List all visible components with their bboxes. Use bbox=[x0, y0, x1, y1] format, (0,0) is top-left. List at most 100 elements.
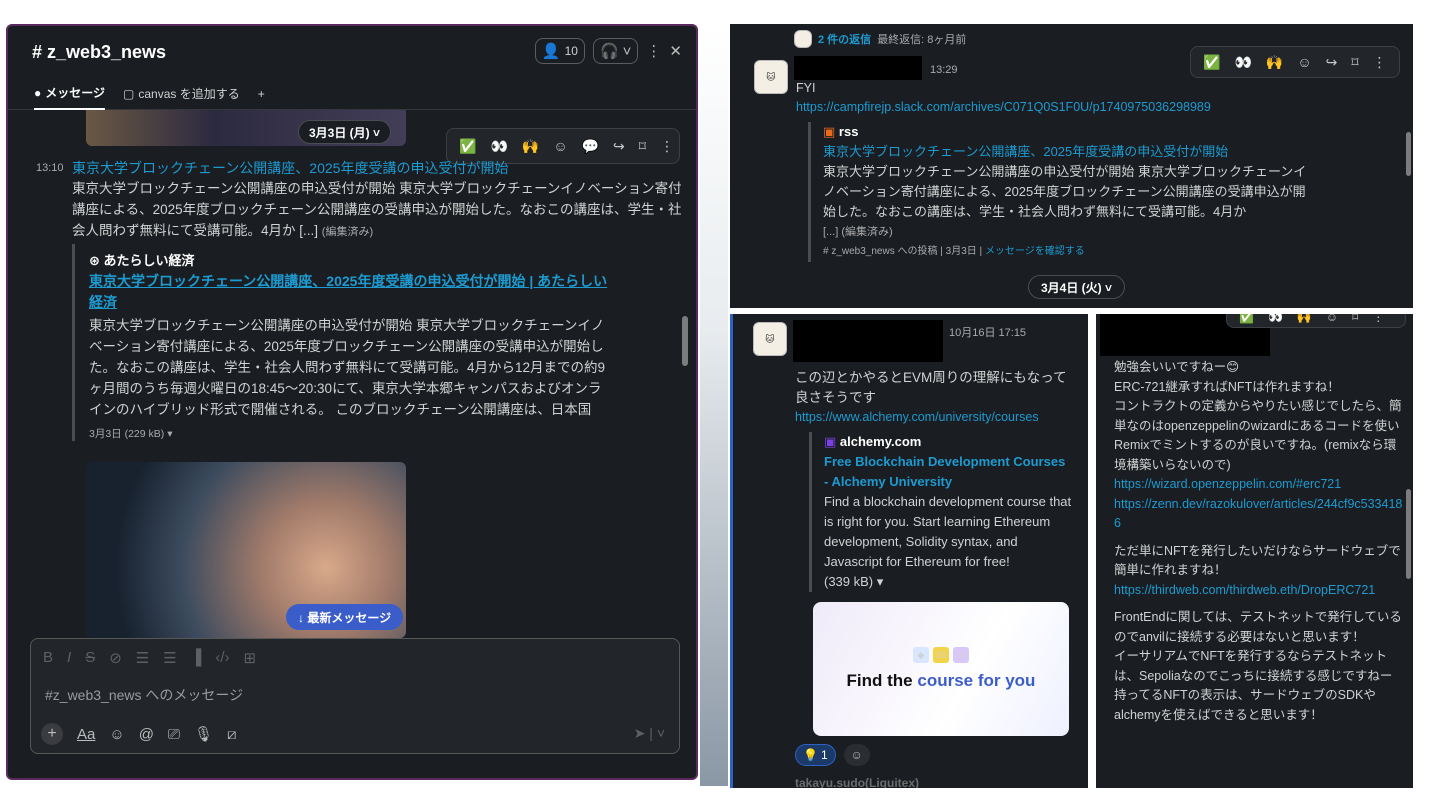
add-tab-button[interactable]: + bbox=[258, 78, 265, 110]
huddle-button[interactable]: 🎧 ˅ bbox=[592, 38, 639, 64]
link-attachment: ▣ alchemy.com Free Blockchain Developmen… bbox=[809, 432, 1073, 592]
slash-command-icon[interactable]: ⧄ bbox=[227, 726, 237, 743]
send-icon[interactable]: ➤ | ˅ bbox=[634, 725, 665, 742]
raised-hands-icon[interactable]: 🙌 bbox=[1266, 54, 1283, 71]
message-actions-bar: ✅ 👀 🙌 ☺ ⌑ ⋮ bbox=[1226, 314, 1406, 328]
avatar[interactable]: 🐱 bbox=[753, 322, 787, 356]
text-format-icon[interactable]: Aa bbox=[77, 726, 95, 743]
check-reaction-icon[interactable]: ✅ bbox=[459, 138, 476, 155]
reply-last: 最終返信: 8ヶ月前 bbox=[877, 34, 967, 46]
message-time[interactable]: 10月16日 17:15 bbox=[949, 324, 1026, 340]
scrollbar[interactable] bbox=[1406, 489, 1411, 579]
solidity-icon: § bbox=[953, 647, 969, 663]
share-icon[interactable]: ↪ bbox=[1326, 54, 1338, 71]
bold-icon[interactable]: B bbox=[43, 649, 53, 667]
attachment-title[interactable]: Free Blockchain Development Courses - Al… bbox=[824, 452, 1073, 492]
composer-placeholder[interactable]: #z_web3_news へのメッセージ bbox=[45, 685, 243, 705]
add-reaction-icon[interactable]: ☺ bbox=[553, 138, 567, 154]
message-time[interactable]: 13:29 bbox=[930, 64, 958, 76]
close-icon[interactable]: ✕ bbox=[669, 42, 682, 60]
eyes-reaction-icon[interactable]: 👀 bbox=[490, 138, 507, 155]
avatar[interactable]: 🐱 bbox=[754, 60, 788, 94]
message-url[interactable]: https://campfirejp.slack.com/archives/C0… bbox=[796, 100, 1211, 114]
raised-hands-icon[interactable]: 🙌 bbox=[1297, 314, 1312, 324]
eyes-reaction-icon[interactable]: 👀 bbox=[1268, 314, 1283, 324]
members-button[interactable]: 👤 10 bbox=[534, 38, 585, 64]
channel-title[interactable]: # z_web3_news bbox=[32, 42, 166, 63]
emoji-icon[interactable]: ☺ bbox=[109, 726, 124, 743]
reply-count[interactable]: 2 件の返信 bbox=[818, 31, 871, 47]
add-reaction-icon[interactable]: ☺ bbox=[1297, 54, 1311, 70]
thread-icon[interactable]: 💬 bbox=[582, 138, 599, 155]
check-reaction-icon[interactable]: ✅ bbox=[1239, 314, 1254, 324]
link-attachment: ⊛ あたらしい経済 東京大学ブロックチェーン公開講座、2025年度受講の申込受付… bbox=[72, 244, 612, 441]
attachment-meta[interactable]: 3月3日 (229 kB) ▾ bbox=[89, 426, 612, 441]
date-divider[interactable]: 3月4日 (火) ˅ bbox=[1028, 275, 1126, 299]
canvas-icon: ▢ bbox=[123, 86, 135, 101]
more-icon[interactable]: ⋮ bbox=[1372, 314, 1384, 324]
reactions: 💡 1 ☺ bbox=[795, 744, 870, 766]
person-icon: 👤 bbox=[541, 43, 561, 60]
eyes-reaction-icon[interactable]: 👀 bbox=[1234, 54, 1251, 71]
bullet-list-icon[interactable]: ☰ bbox=[163, 649, 176, 667]
attachment-source: ⊛ あたらしい経済 bbox=[89, 253, 195, 268]
link-zenn[interactable]: https://zenn.dev/razokulover/articles/24… bbox=[1114, 495, 1404, 534]
alchemy-icon: ▣ bbox=[824, 434, 840, 449]
bookmark-icon[interactable]: ⌑ bbox=[1352, 314, 1358, 324]
video-icon[interactable]: ⎚ bbox=[168, 726, 180, 743]
scrollbar[interactable] bbox=[682, 316, 688, 366]
link-thirdweb[interactable]: https://thirdweb.com/thirdweb.eth/DropER… bbox=[1114, 581, 1404, 601]
mic-icon[interactable]: 🎙 bbox=[194, 725, 213, 743]
more-icon[interactable]: ⋮ bbox=[646, 42, 661, 60]
raised-hands-icon[interactable]: 🙌 bbox=[522, 138, 539, 155]
view-message-link[interactable]: メッセージを確認する bbox=[985, 246, 1085, 257]
ordered-list-icon[interactable]: ☰ bbox=[136, 649, 149, 667]
message-url[interactable]: https://www.alchemy.com/university/cours… bbox=[795, 410, 1039, 424]
link-icon[interactable]: ⊘ bbox=[109, 649, 122, 667]
attachment-title[interactable]: 東京大学ブロックチェーン公開講座、2025年度受講の申込受付が開始 | あたらし… bbox=[89, 271, 612, 313]
attachment-title[interactable]: 東京大学ブロックチェーン公開講座、2025年度受講の申込受付が開始 bbox=[823, 142, 1308, 162]
message-composer[interactable]: B I S ⊘ ☰ ☰ ▐ ‹/› ⊞ #z_web3_news へのメッセージ + Aa ☺ @ ⎚ 🎙… bbox=[30, 638, 680, 754]
jump-to-latest-button[interactable]: ↓ 最新メッセージ bbox=[286, 604, 404, 630]
thread-replies[interactable]: 2 件の返信 最終返信: 8ヶ月前 bbox=[794, 30, 966, 48]
ethereum-icon: ◆ bbox=[913, 647, 929, 663]
attachment-source: ▣ alchemy.com bbox=[824, 434, 922, 449]
plus-icon: + bbox=[257, 86, 265, 101]
code-icon[interactable]: ‹/› bbox=[215, 649, 229, 667]
chevron-down-icon: ˅ bbox=[622, 42, 632, 60]
attachment-preview-card[interactable]: ◆ JS § Find the course for you bbox=[813, 602, 1069, 736]
attachment-more: [...] (編集済み) bbox=[823, 226, 893, 238]
attachment-description: 東京大学ブロックチェーン公開講座の申込受付が開始 東京大学ブロックチェーンイノベ… bbox=[89, 318, 606, 417]
plus-icon[interactable]: + bbox=[41, 723, 63, 745]
more-icon[interactable]: ⋮ bbox=[1373, 54, 1387, 71]
tab-add-canvas[interactable]: ▢ canvas を追加する bbox=[123, 78, 240, 110]
scrollbar[interactable] bbox=[1406, 132, 1411, 176]
thread-panel-bottom-left: 🐱 10月16日 17:15 この辺とかやるとEVM周りの理解にもなって良さそう… bbox=[730, 314, 1088, 788]
bookmark-icon[interactable]: ⌑ bbox=[1351, 54, 1358, 71]
redacted-username bbox=[793, 320, 943, 362]
message-icon: ● bbox=[34, 85, 42, 100]
add-reaction-button[interactable]: ☺ bbox=[843, 744, 870, 766]
share-icon[interactable]: ↪ bbox=[613, 138, 625, 155]
italic-icon[interactable]: I bbox=[67, 649, 71, 667]
message-link-title[interactable]: 東京大学ブロックチェーン公開講座、2025年度受講の申込受付が開始 bbox=[72, 158, 508, 178]
channel-window: # z_web3_news 👤 10 🎧 ˅ ⋮ ✕ ● メッセージ ▢ canvas … bbox=[6, 24, 698, 780]
add-reaction-icon[interactable]: ☺ bbox=[1326, 314, 1338, 324]
bookmark-icon[interactable]: ⌑ bbox=[639, 138, 646, 155]
message-actions-bar: ✅ 👀 🙌 ☺ ↪ ⌑ ⋮ bbox=[1190, 46, 1400, 78]
mention-icon[interactable]: @ bbox=[139, 726, 154, 743]
quote-icon[interactable]: ▐ bbox=[191, 649, 202, 667]
tab-messages[interactable]: ● メッセージ bbox=[34, 78, 106, 110]
message-time[interactable]: 13:10 bbox=[36, 162, 64, 174]
attachment-source: ▣ rss bbox=[823, 124, 859, 139]
reaction-bulb[interactable]: 💡 1 bbox=[795, 744, 836, 766]
code-block-icon[interactable]: ⊞ bbox=[244, 649, 257, 667]
date-divider[interactable]: 3月3日 (月) ˅ bbox=[298, 120, 392, 144]
strike-icon[interactable]: S bbox=[85, 649, 95, 667]
site-icon: ⊛ bbox=[89, 253, 104, 268]
more-icon[interactable]: ⋮ bbox=[660, 138, 674, 155]
check-reaction-icon[interactable]: ✅ bbox=[1203, 54, 1220, 71]
link-openzeppelin[interactable]: https://wizard.openzeppelin.com/#erc721 bbox=[1114, 475, 1404, 495]
attachment-size[interactable]: (339 kB) ▾ bbox=[824, 572, 1073, 592]
background-strip bbox=[700, 24, 728, 786]
